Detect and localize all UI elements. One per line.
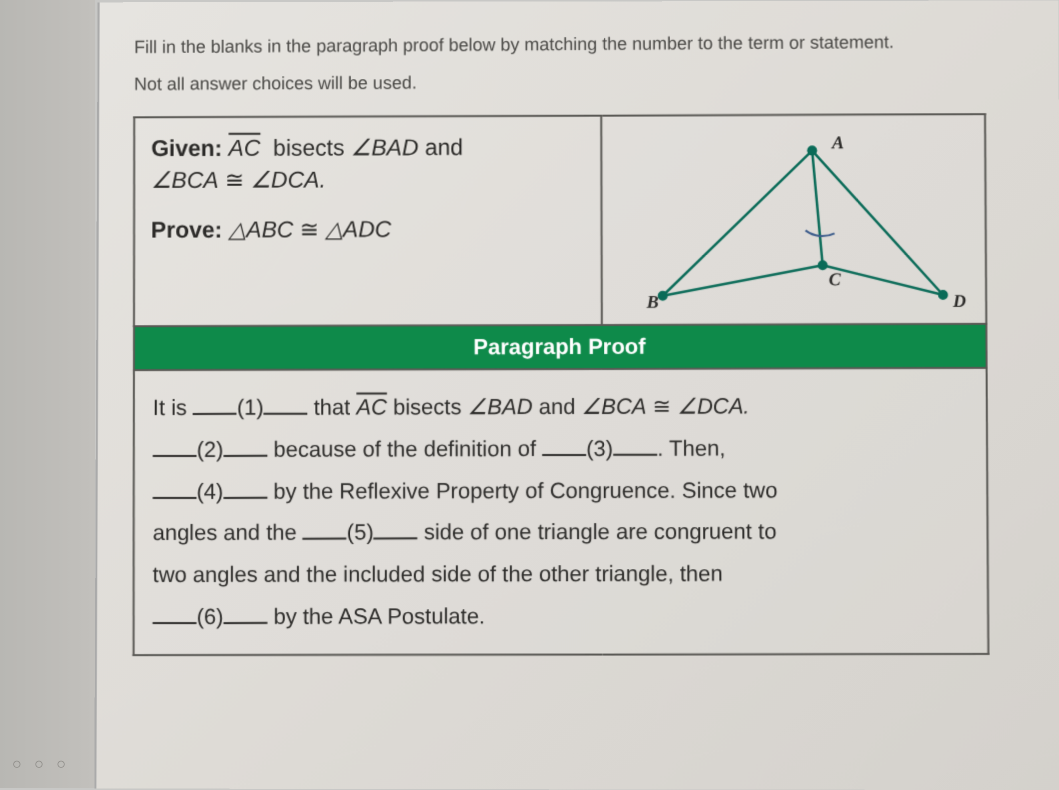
instruction-line-2: Not all answer choices will be used. bbox=[134, 70, 1024, 95]
blank-2-num: (2) bbox=[197, 437, 224, 462]
given-angle-dca: ∠DCA. bbox=[251, 167, 326, 193]
proof-table: Given: AC bisects ∠BAD and ∠BCA ≅ ∠DCA. … bbox=[133, 113, 990, 656]
given-prove-cell: Given: AC bisects ∠BAD and ∠BCA ≅ ∠DCA. … bbox=[134, 116, 602, 327]
vertex-d-label: D bbox=[952, 291, 966, 311]
blank-4-right[interactable] bbox=[223, 472, 267, 498]
blank-3-left[interactable] bbox=[542, 429, 586, 456]
triangle-diagram: A B C D bbox=[602, 115, 983, 326]
proof-text-twoangles: two angles and the included side of the … bbox=[153, 561, 723, 587]
page-content: Fill in the blanks in the paragraph proo… bbox=[94, 1, 1059, 790]
given-congruent: ≅ bbox=[225, 167, 244, 193]
blank-1-num: (1) bbox=[237, 395, 264, 420]
given-label: Given: bbox=[151, 135, 222, 161]
given-angle-bca: ∠BCA bbox=[151, 167, 219, 193]
page-margin bbox=[0, 0, 95, 788]
blank-5-right[interactable] bbox=[374, 513, 418, 540]
proof-angle-dca: ∠DCA. bbox=[677, 393, 749, 418]
proof-text-angles: angles and the bbox=[153, 520, 297, 545]
blank-6-num: (6) bbox=[197, 604, 224, 629]
blank-5-num: (5) bbox=[347, 520, 374, 545]
paragraph-proof-body: It is (1) that AC bisects ∠BAD and ∠BCA … bbox=[134, 368, 989, 655]
proof-text-that: that bbox=[314, 395, 351, 420]
blank-1-right[interactable] bbox=[264, 388, 308, 414]
blank-4-num: (4) bbox=[197, 478, 224, 503]
proof-segment-ac: AC bbox=[356, 394, 387, 419]
blank-4-left[interactable] bbox=[153, 472, 197, 498]
blank-6-right[interactable] bbox=[223, 597, 267, 624]
vertex-c-label: C bbox=[829, 269, 842, 289]
vertex-b-label: B bbox=[646, 292, 659, 312]
corner-dots: ○ ○ ○ bbox=[12, 756, 70, 774]
proof-text-because: because of the definition of bbox=[273, 436, 536, 462]
diagram-cell: A B C D bbox=[601, 114, 986, 325]
given-text-bisects: bisects bbox=[273, 134, 344, 160]
proof-text-reflexive: by the Reflexive Property of Congruence.… bbox=[273, 477, 777, 503]
proof-congruent-1: ≅ bbox=[653, 394, 672, 419]
blank-3-num: (3) bbox=[586, 436, 613, 461]
paragraph-proof-header: Paragraph Proof bbox=[134, 324, 987, 370]
proof-text-itis: It is bbox=[153, 395, 187, 420]
blank-5-left[interactable] bbox=[303, 514, 347, 541]
prove-congruent: ≅ bbox=[300, 217, 319, 243]
prove-tri-abc: △ABC bbox=[229, 217, 294, 243]
given-text-and: and bbox=[425, 134, 463, 160]
vertex-a-label: A bbox=[831, 132, 844, 152]
prove-label: Prove: bbox=[151, 217, 222, 243]
blank-2-left[interactable] bbox=[153, 430, 197, 456]
proof-text-bisects: bisects bbox=[393, 394, 461, 419]
given-angle-bad: ∠BAD bbox=[351, 134, 419, 160]
proof-text-asa: by the ASA Postulate. bbox=[273, 603, 485, 628]
proof-text-side: side of one triangle are congruent to bbox=[424, 519, 777, 545]
blank-6-left[interactable] bbox=[153, 598, 197, 625]
proof-text-and: and bbox=[539, 394, 576, 419]
blank-1-left[interactable] bbox=[193, 389, 237, 415]
blank-2-right[interactable] bbox=[223, 430, 267, 456]
given-segment-ac: AC bbox=[229, 135, 261, 161]
blank-3-right[interactable] bbox=[613, 429, 657, 456]
proof-text-then: . Then, bbox=[657, 435, 725, 460]
prove-tri-adc: △ADC bbox=[325, 216, 391, 242]
instruction-line-1: Fill in the blanks in the paragraph proo… bbox=[134, 28, 1023, 61]
proof-angle-bad: ∠BAD bbox=[468, 394, 533, 419]
proof-angle-bca: ∠BCA bbox=[581, 394, 646, 419]
